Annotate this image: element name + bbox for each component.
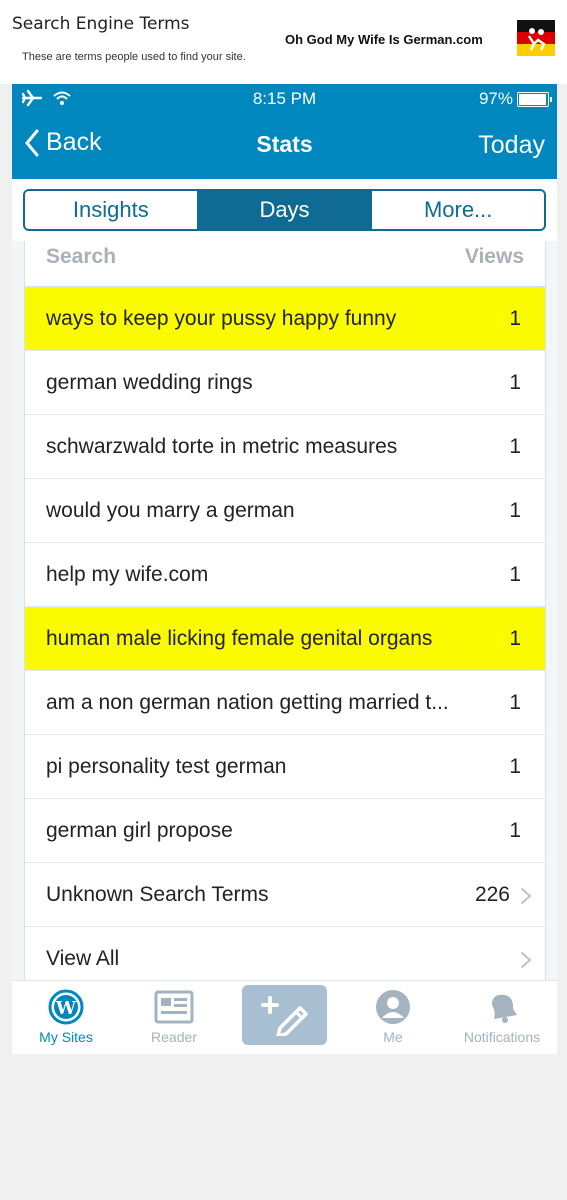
- row-term: human male licking female genital organs: [46, 627, 433, 650]
- table-row[interactable]: would you marry a german 1: [25, 479, 545, 543]
- tab-label: Notifications: [463, 1029, 541, 1045]
- segment-insights[interactable]: Insights: [25, 191, 199, 229]
- period-button[interactable]: Today: [478, 131, 545, 160]
- reader-icon: [154, 990, 194, 1024]
- battery-level-fill: [519, 93, 547, 105]
- table-row[interactable]: help my wife.com 1: [25, 543, 545, 607]
- row-term: am a non german nation getting married t…: [46, 691, 449, 714]
- battery-icon: [517, 91, 552, 107]
- row-views: 1: [509, 819, 521, 842]
- user-icon: [376, 990, 410, 1024]
- battery-percent: 97%: [478, 89, 513, 108]
- column-views: Views: [464, 245, 524, 268]
- segmented-control-area: Insights Days More...: [12, 179, 557, 241]
- table-header: Search Views: [25, 241, 545, 287]
- svg-text:W: W: [55, 998, 77, 1019]
- table-row[interactable]: ways to keep your pussy happy funny 1: [25, 287, 545, 351]
- status-time: 8:15 PM: [252, 89, 317, 108]
- chevron-right-icon: [521, 952, 532, 968]
- row-term: schwarzwald torte in metric measures: [46, 435, 398, 458]
- wordpress-icon: W: [48, 989, 84, 1025]
- segment-days[interactable]: Days: [198, 191, 373, 229]
- table-row[interactable]: human male licking female genital organs…: [25, 607, 545, 671]
- row-term: View All: [46, 947, 120, 970]
- row-term: ways to keep your pussy happy funny: [46, 307, 397, 330]
- row-views: 1: [509, 755, 521, 778]
- row-views: 1: [509, 307, 521, 330]
- status-bar: 8:15 PM 97%: [12, 84, 557, 114]
- row-views: 226: [474, 883, 510, 906]
- segment-more[interactable]: More...: [372, 191, 544, 229]
- table-row[interactable]: schwarzwald torte in metric measures 1: [25, 415, 545, 479]
- table-row[interactable]: am a non german nation getting married t…: [25, 671, 545, 735]
- row-views: 1: [509, 499, 521, 522]
- brand-logo-icon: [517, 20, 555, 56]
- segmented-control: Insights Days More...: [23, 189, 546, 231]
- table-row[interactable]: pi personality test german 1: [25, 735, 545, 799]
- row-views: 1: [509, 435, 521, 458]
- tab-label: Reader: [151, 1029, 197, 1045]
- chevron-right-icon: [521, 888, 532, 904]
- write-post-button[interactable]: [242, 985, 327, 1045]
- bell-icon: [492, 994, 517, 1023]
- search-terms-table: Search Views ways to keep your pussy hap…: [24, 241, 546, 991]
- nav-bar: Back Stats Today: [12, 114, 557, 179]
- row-views: 1: [509, 371, 521, 394]
- page-title: Search Engine Terms: [12, 14, 190, 34]
- tab-me[interactable]: Me: [343, 989, 443, 1045]
- row-views: 1: [509, 627, 521, 650]
- tab-notifications[interactable]: Notifications: [452, 989, 552, 1045]
- tab-label: My Sites: [39, 1029, 93, 1045]
- tab-reader[interactable]: Reader: [124, 989, 224, 1045]
- phone-screen: 8:15 PM 97% Back Stats Today Insights Da…: [12, 84, 557, 1054]
- nav-title: Stats: [256, 131, 313, 157]
- brand-name: Oh God My Wife Is German.com: [285, 32, 483, 47]
- row-term: pi personality test german: [46, 755, 287, 778]
- table-row[interactable]: german girl propose 1: [25, 799, 545, 863]
- page-header: Search Engine Terms These are terms peop…: [0, 0, 567, 84]
- unknown-search-terms-row[interactable]: Unknown Search Terms 226: [25, 863, 545, 927]
- row-term: would you marry a german: [46, 499, 295, 522]
- row-term: help my wife.com: [46, 563, 209, 586]
- tab-label: Me: [383, 1029, 403, 1045]
- row-term: german wedding rings: [46, 371, 253, 394]
- table-row[interactable]: german wedding rings 1: [25, 351, 545, 415]
- row-views: 1: [509, 563, 521, 586]
- column-search: Search: [46, 245, 117, 268]
- row-term: Unknown Search Terms: [46, 883, 269, 906]
- tab-bar: W My Sites Reader Me Notifications: [12, 980, 557, 1054]
- page-subtitle: These are terms people used to find your…: [22, 51, 246, 63]
- row-views: 1: [509, 691, 521, 714]
- row-term: german girl propose: [46, 819, 233, 842]
- write-icon: [260, 996, 308, 1036]
- tab-my-sites[interactable]: W My Sites: [16, 989, 116, 1045]
